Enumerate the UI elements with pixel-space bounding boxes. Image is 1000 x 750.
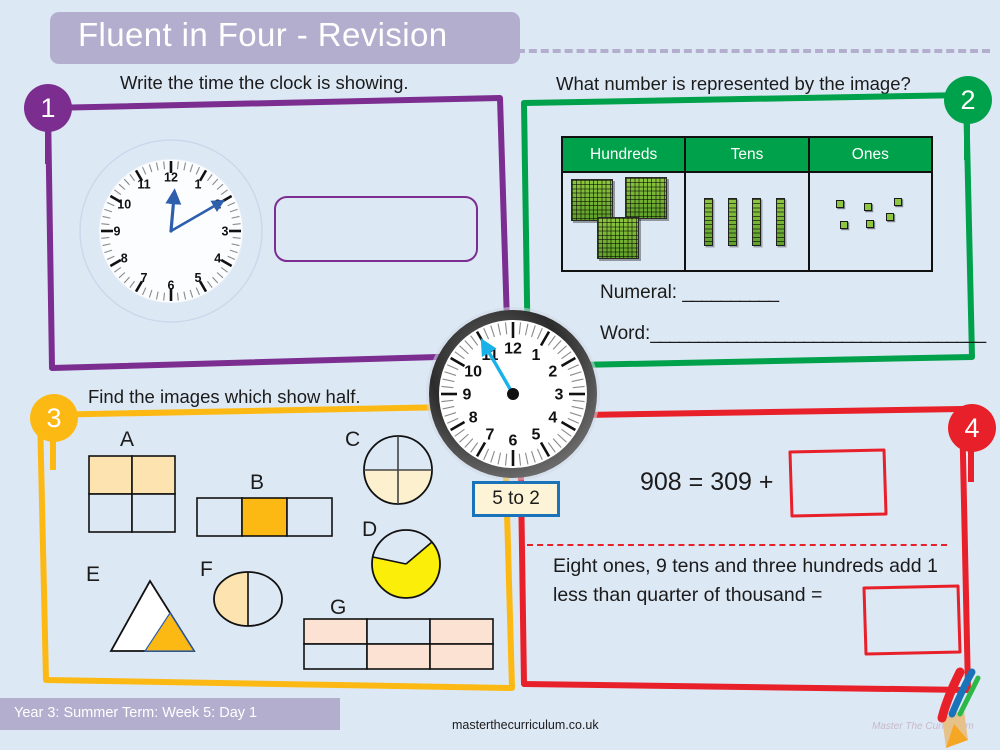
shape-label-g: G <box>330 596 347 619</box>
ones-unit <box>865 220 874 228</box>
shape-label-a: A <box>120 428 135 451</box>
place-value-table: Hundreds Tens Ones <box>561 136 933 272</box>
hundreds-flat <box>571 179 613 221</box>
badge-stem-4 <box>968 448 974 482</box>
question-2-prompt: What number is represented by the image? <box>556 73 911 94</box>
shape-f-ellipse-half[interactable] <box>212 570 284 628</box>
word-answer-line[interactable]: Word:___________________________________ <box>600 323 986 345</box>
tens-rod <box>704 198 714 246</box>
column-header-tens: Tens <box>686 138 810 171</box>
svg-text:6: 6 <box>168 278 175 292</box>
title-dashed-rule <box>505 49 990 53</box>
numeral-blank: __________ <box>682 282 779 303</box>
analogue-clock-center: 123456789101112 <box>426 307 600 481</box>
svg-text:9: 9 <box>114 224 121 238</box>
question-3-prompt: Find the images which show half. <box>88 386 361 407</box>
footer-term-label: Year 3: Summer Term: Week 5: Day 1 <box>14 705 258 721</box>
shape-label-c: C <box>345 428 361 451</box>
cell-ones-units <box>810 173 931 270</box>
tens-rod <box>776 198 786 246</box>
svg-text:9: 9 <box>463 387 472 404</box>
word-label: Word: <box>600 323 651 344</box>
svg-text:2: 2 <box>548 364 557 381</box>
svg-text:8: 8 <box>469 410 478 427</box>
svg-text:11: 11 <box>137 178 150 192</box>
ones-unit <box>863 203 872 211</box>
question-badge-3: 3 <box>30 394 78 442</box>
svg-text:3: 3 <box>555 387 564 404</box>
svg-text:12: 12 <box>164 170 178 184</box>
svg-text:8: 8 <box>121 251 128 265</box>
column-header-ones: Ones <box>809 138 931 171</box>
ones-unit <box>893 198 902 206</box>
badge-stem-1 <box>45 128 51 164</box>
svg-text:1: 1 <box>532 347 541 364</box>
place-value-body-row <box>563 171 931 270</box>
question-1-prompt: Write the time the clock is showing. <box>120 72 409 93</box>
tens-rod <box>752 198 762 246</box>
cell-tens-rods <box>686 173 810 270</box>
svg-text:5: 5 <box>532 426 541 443</box>
svg-text:4: 4 <box>214 251 221 265</box>
page-title: Fluent in Four - Revision <box>78 16 448 53</box>
shape-e-triangle-part[interactable] <box>108 578 198 654</box>
svg-text:12: 12 <box>504 341 522 358</box>
ones-unit <box>839 221 848 229</box>
worksheet-page: Fluent in Four - Revision 1 2 3 4 Write … <box>0 0 1000 750</box>
footer-website: masterthecurriculum.co.uk <box>452 718 599 732</box>
center-clock-caption: 5 to 2 <box>472 481 560 517</box>
ones-unit <box>835 200 844 208</box>
column-header-hundreds: Hundreds <box>563 138 687 171</box>
hundreds-flat <box>625 177 667 219</box>
svg-text:3: 3 <box>222 224 229 238</box>
question-4-word-problem: Eight ones, 9 tens and three hundreds ad… <box>553 555 938 606</box>
question-badge-4: 4 <box>948 404 996 452</box>
shape-label-f: F <box>200 558 213 581</box>
place-value-header-row: Hundreds Tens Ones <box>563 138 931 171</box>
shape-a-rect-grid[interactable] <box>88 455 176 533</box>
question-badge-1: 1 <box>24 84 72 132</box>
shape-label-b: B <box>250 471 265 494</box>
question-4-divider <box>527 544 947 546</box>
shape-d-circle-sector[interactable] <box>370 528 442 600</box>
svg-text:7: 7 <box>486 426 495 443</box>
shape-g-rect-grid[interactable] <box>303 618 495 670</box>
svg-text:1: 1 <box>195 178 202 192</box>
svg-text:10: 10 <box>117 197 131 211</box>
tens-rod <box>728 198 738 246</box>
badge-stem-2 <box>964 120 970 160</box>
svg-text:6: 6 <box>509 433 518 450</box>
ones-unit <box>885 213 894 221</box>
cell-hundreds-blocks <box>563 173 687 270</box>
svg-text:5: 5 <box>195 271 202 285</box>
numeral-label: Numeral: <box>600 282 678 303</box>
analogue-clock-question-1: 123456789101112 <box>79 139 263 323</box>
numeral-answer-line[interactable]: Numeral: __________ <box>600 282 779 304</box>
badge-stem-3 <box>50 438 56 470</box>
shape-label-e: E <box>86 563 101 586</box>
word-blank: ___________________________________ <box>650 323 986 344</box>
question-4-equation: 908 = 309 + <box>640 468 774 496</box>
question-badge-2: 2 <box>944 76 992 124</box>
question-1-answer-box[interactable] <box>274 196 478 262</box>
svg-text:4: 4 <box>548 410 557 427</box>
pencil-logo-icon <box>937 667 981 748</box>
hundreds-flat <box>597 217 639 259</box>
shape-label-d: D <box>362 518 378 541</box>
shape-b-rect-grid[interactable] <box>196 497 334 537</box>
svg-text:10: 10 <box>464 364 482 381</box>
svg-text:7: 7 <box>141 271 148 285</box>
